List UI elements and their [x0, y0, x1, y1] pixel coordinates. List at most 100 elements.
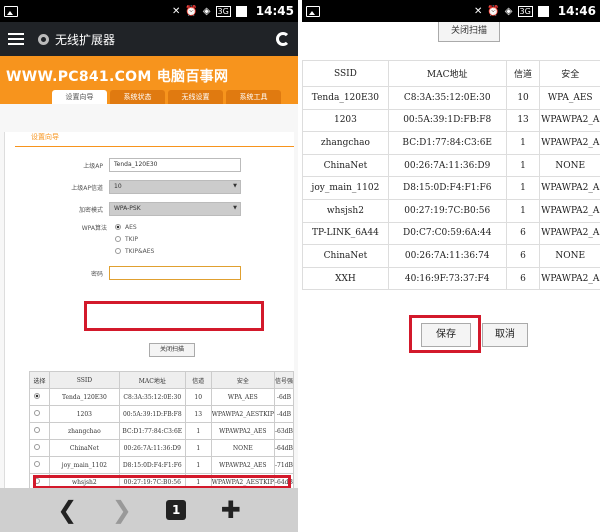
- cell-security: WPAWPA2_A: [539, 221, 600, 246]
- row-radio[interactable]: [34, 410, 41, 416]
- cell-mac: 00:5A:39:1D:FB:F8: [387, 108, 507, 133]
- cell-ssid: zhangchao: [302, 131, 389, 155]
- tab-count-icon[interactable]: 1: [166, 500, 187, 520]
- right-screenshot: ✕ ⏰ ◈ 3G 14:46 关闭扫描 SSID MAC地址 信道 安全 Ten…: [302, 0, 600, 532]
- status-bar: ✕ ⏰ ◈ 3G 14:45: [0, 0, 298, 22]
- wpa-radio-group: WPA算法 AES TKIP TKIP&AES: [5, 221, 294, 257]
- cell-ssid: Tenda_120E30: [48, 388, 120, 406]
- cell-channel: 10: [505, 86, 540, 110]
- table-row[interactable]: 1203 00:5A:39:1D:FB:F8 13 WPAWPA2_AESTKIP -4…: [29, 405, 295, 423]
- cell-security: WPA_AES: [210, 388, 275, 406]
- row-select-cell: [29, 439, 50, 457]
- image-notification-icon: [4, 5, 18, 17]
- close-scan-button[interactable]: 关闭扫描: [149, 343, 195, 357]
- new-tab-icon[interactable]: ✚: [221, 496, 241, 524]
- close-scan-button[interactable]: 关闭扫描: [438, 22, 500, 42]
- cell-mac: BC:D1:77:84:C3:6E: [118, 422, 186, 440]
- table-row[interactable]: ChinaNet 00:26:7A:11:36:D9 1 NONE: [302, 153, 600, 178]
- password-label: 密码: [90, 270, 103, 278]
- table-row[interactable]: ChinaNet 00:26:7A:11:36:74 6 NONE: [302, 244, 600, 268]
- tab-status[interactable]: 系统状态: [110, 90, 165, 104]
- tab-tools[interactable]: 系统工具: [226, 90, 281, 104]
- channel-select[interactable]: 10: [109, 180, 241, 194]
- cell-ssid: TP-LINK_6A44: [302, 221, 389, 246]
- router-banner: WWW.PC841.COM 电脑百事网 设置向导 系统状态 无线设置 系统工具: [0, 56, 298, 104]
- mute-icon: ✕: [171, 5, 181, 17]
- col-security: 安全: [539, 60, 600, 87]
- radio-tkip[interactable]: [115, 236, 121, 242]
- router-tabs: 设置向导 系统状态 无线设置 系统工具: [52, 90, 281, 104]
- cell-mac: 00:27:19:7C:B0:56: [387, 198, 507, 223]
- table-row[interactable]: ChinaNet 00:26:7A:11:36:D9 1 NONE -64dB: [29, 439, 295, 457]
- status-bar: ✕ ⏰ ◈ 3G 14:46: [302, 0, 600, 22]
- save-button[interactable]: 保存: [421, 323, 471, 347]
- table-row[interactable]: Tenda_120E30 C8:3A:35:12:0E:30 10 WPA_AES -6…: [29, 388, 295, 406]
- signal-icon: 3G: [215, 5, 231, 17]
- channel-label: 上级AP信道: [71, 184, 103, 192]
- cell-ssid: ChinaNet: [302, 244, 389, 268]
- left-screenshot: ✕ ⏰ ◈ 3G 14:45 无线扩展器 WWW.PC841.COM 电脑百事网…: [0, 0, 298, 532]
- row-radio[interactable]: [34, 427, 41, 433]
- reload-icon[interactable]: [276, 32, 290, 46]
- upper-ap-input[interactable]: Tenda_120E30: [109, 158, 241, 172]
- battery-icon: [537, 5, 549, 17]
- cell-security: WPAWPA2_AES: [210, 456, 275, 474]
- cell-mac: BC:D1:77:84:C3:6E: [387, 131, 507, 155]
- cell-ssid: ChinaNet: [302, 153, 389, 178]
- section-divider: [15, 146, 294, 147]
- row-select-cell: [29, 405, 50, 423]
- forward-icon[interactable]: ❯: [112, 496, 132, 524]
- col-mac: MAC地址: [387, 60, 507, 87]
- clock: 14:45: [255, 4, 294, 18]
- col-mac: MAC地址: [118, 371, 186, 389]
- row-radio[interactable]: [34, 461, 41, 467]
- cell-mac: C8:3A:35:12:0E:30: [387, 86, 507, 110]
- cell-mac: 40:16:9F:73:37:F4: [387, 266, 507, 291]
- tab-wireless[interactable]: 无线设置: [168, 90, 223, 104]
- cell-mac: 00:26:7A:11:36:74: [387, 244, 507, 268]
- cell-channel: 1: [505, 131, 540, 155]
- cell-mac: C8:3A:35:12:0E:30: [118, 388, 186, 406]
- row-radio[interactable]: [34, 393, 41, 399]
- cell-channel: 13: [505, 108, 540, 133]
- upper-ap-row: 上级AP Tenda_120E30: [5, 157, 294, 173]
- cell-security: NONE: [210, 439, 275, 457]
- alarm-icon: ⏰: [487, 5, 500, 17]
- clock: 14:46: [557, 4, 596, 18]
- table-row[interactable]: joy_main_1102 D8:15:0D:F4:F1:F6 1 WPAWPA2_A…: [29, 456, 295, 474]
- table-row[interactable]: joy_main_1102 D8:15:0D:F4:F1:F6 1 WPAWPA2_A: [302, 176, 600, 200]
- col-security: 安全: [210, 371, 275, 389]
- table-row[interactable]: Tenda_120E30 C8:3A:35:12:0E:30 10 WPA_AES: [302, 86, 600, 110]
- tab-wizard[interactable]: 设置向导: [52, 90, 107, 104]
- table-row[interactable]: TP-LINK_6A44 D0:C7:C0:59:6A:44 6 WPAWPA2_A: [302, 221, 600, 246]
- cell-security: WPAWPA2_A: [539, 176, 600, 200]
- table-row[interactable]: whsjsh2 00:27:19:7C:B0:56 1 WPAWPA2_A: [302, 198, 600, 223]
- cell-security: WPAWPA2_AES: [210, 422, 275, 440]
- row-select-cell: [29, 422, 50, 440]
- table-row[interactable]: zhangchao BC:D1:77:84:C3:6E 1 WPAWPA2_A: [302, 131, 600, 155]
- table-row[interactable]: 1203 00:5A:39:1D:FB:F8 13 WPAWPA2_A: [302, 108, 600, 133]
- cell-security: NONE: [539, 244, 600, 268]
- radio-aes[interactable]: [115, 224, 121, 230]
- cell-ssid: XXH: [302, 266, 389, 291]
- cell-channel: 1: [505, 198, 540, 223]
- table-row[interactable]: XXH 40:16:9F:73:37:F4 6 WPAWPA2_A: [302, 266, 600, 291]
- back-icon[interactable]: ❮: [57, 496, 77, 524]
- cell-signal: -63dB: [273, 422, 295, 440]
- cell-channel: 6: [505, 221, 540, 246]
- cancel-button[interactable]: 取消: [482, 323, 528, 347]
- radio-tkip-aes[interactable]: [115, 248, 121, 254]
- radio-aes-label: AES: [125, 223, 137, 231]
- password-input[interactable]: [109, 266, 241, 280]
- app-logo-icon: [38, 33, 49, 45]
- row-radio[interactable]: [34, 444, 41, 450]
- table-row[interactable]: zhangchao BC:D1:77:84:C3:6E 1 WPAWPA2_AES -6…: [29, 422, 295, 440]
- cell-channel: 1: [505, 176, 540, 200]
- encrypt-select[interactable]: WPA-PSK: [109, 202, 241, 216]
- cell-signal: -4dB: [273, 405, 295, 423]
- cell-ssid: joy_main_1102: [302, 176, 389, 200]
- cell-security: WPAWPA2_A: [539, 198, 600, 223]
- cell-mac: D8:15:0D:F4:F1:F6: [387, 176, 507, 200]
- menu-icon[interactable]: [8, 33, 24, 45]
- row-select-cell: [29, 456, 50, 474]
